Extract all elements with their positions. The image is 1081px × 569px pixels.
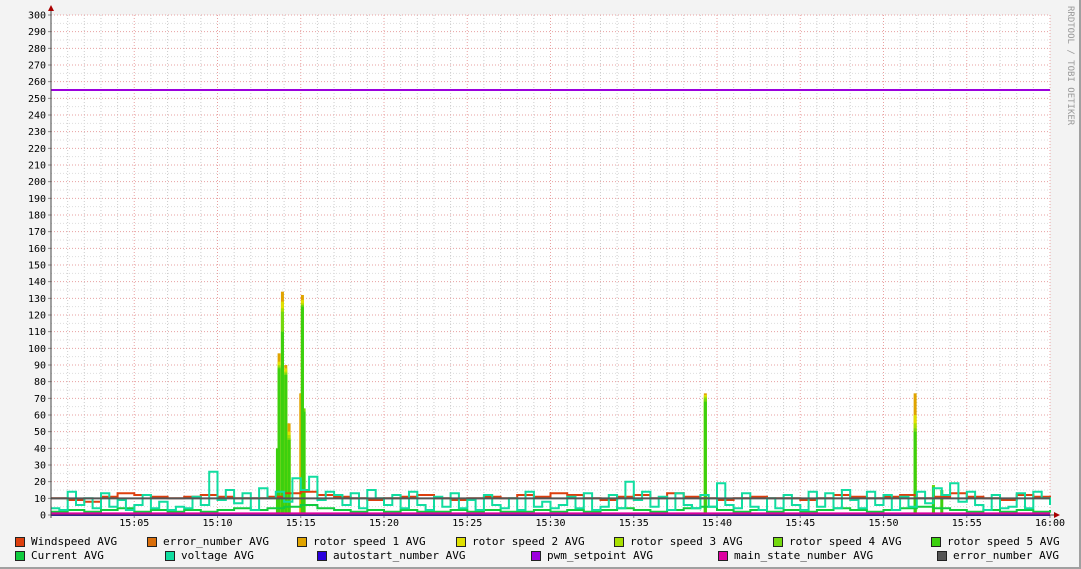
y-tick-label: 20: [34, 477, 46, 488]
y-tick-label: 300: [28, 11, 46, 22]
x-tick-label: 15:30: [535, 518, 565, 529]
y-tick-label: 80: [34, 377, 46, 388]
legend-item: error_number AVG: [147, 535, 269, 548]
legend-swatch: [297, 536, 307, 547]
legend-label: error_number AVG: [163, 535, 269, 548]
legend-swatch: [15, 536, 25, 547]
x-tick-label: 15:20: [369, 518, 399, 529]
legend-item: rotor speed 4 AVG: [773, 535, 902, 548]
y-tick-label: 210: [28, 161, 46, 172]
legend-swatch: [147, 536, 157, 547]
legend-swatch: [15, 550, 25, 561]
series-spike-6: [287, 440, 291, 515]
legend-label: rotor speed 5 AVG: [947, 535, 1060, 548]
chart-canvas: 15:05 15:10 15:15 15:20 15:25 15:30 15:35 15:40…: [28, 5, 1065, 529]
legend-label: error_number AVG: [953, 549, 1059, 562]
x-tick-label: 15:40: [702, 518, 732, 529]
legend-label: main_state_number AVG: [734, 549, 874, 562]
legend-swatch: [165, 550, 175, 561]
rrd-chart: 15:05 15:10 15:15 15:20 15:25 15:30 15:35 15:40…: [0, 0, 1081, 569]
y-tick-label: 280: [28, 44, 46, 55]
x-tick-label: 15:10: [202, 518, 232, 529]
legend-item: main_state_number AVG: [718, 549, 873, 562]
legend-item: Windspeed AVG: [15, 535, 117, 548]
x-tick-label: 15:35: [619, 518, 649, 529]
x-tick-label: 15:05: [119, 518, 149, 529]
legend-label: autostart_number AVG: [333, 549, 466, 562]
legend-item: autostart_number AVG: [317, 549, 465, 562]
series-spike-6: [277, 368, 281, 515]
legend-label: Windspeed AVG: [31, 535, 118, 548]
y-tick-label: 290: [28, 27, 46, 38]
y-tick-label: 40: [34, 444, 46, 455]
y-tick-label: 110: [28, 327, 46, 338]
watermark: RRDTOOL / TOBI OETIKER: [1065, 6, 1075, 126]
y-tick-label: 60: [34, 411, 46, 422]
legend-label: rotor speed 3 AVG: [630, 535, 743, 548]
legend-label: voltage AVG: [181, 549, 254, 562]
y-tick-label: 30: [34, 461, 46, 472]
y-tick-label: 140: [28, 277, 46, 288]
legend-item: rotor speed 1 AVG: [297, 535, 426, 548]
series-spike-6: [280, 331, 284, 515]
y-tick-label: 130: [28, 294, 46, 305]
y-tick-label: 0: [40, 511, 46, 522]
x-tick-label: 15:50: [868, 518, 898, 529]
x-tick-label: 16:00: [1035, 518, 1065, 529]
x-tick-label: 15:25: [452, 518, 482, 529]
legend-item: Current AVG: [15, 549, 104, 562]
legend-swatch: [456, 536, 466, 547]
x-tick-label: 15:45: [785, 518, 815, 529]
y-tick-label: 100: [28, 344, 46, 355]
y-tick-label: 190: [28, 194, 46, 205]
legend-swatch: [531, 550, 541, 561]
y-tick-label: 160: [28, 244, 46, 255]
legend-swatch: [773, 536, 783, 547]
y-tick-label: 150: [28, 261, 46, 272]
y-tick-label: 180: [28, 211, 46, 222]
y-tick-label: 50: [34, 427, 46, 438]
y-tick-label: 90: [34, 361, 46, 372]
legend-swatch: [614, 536, 624, 547]
legend-label: rotor speed 2 AVG: [472, 535, 585, 548]
y-tick-label: 170: [28, 227, 46, 238]
legend-item: rotor speed 2 AVG: [456, 535, 585, 548]
y-tick-label: 260: [28, 77, 46, 88]
y-tick-label: 200: [28, 177, 46, 188]
y-tick-label: 240: [28, 111, 46, 122]
legend-swatch: [317, 550, 327, 561]
y-axis-arrow: [48, 5, 54, 11]
y-tick-label: 230: [28, 127, 46, 138]
legend-label: pwm_setpoint AVG: [547, 549, 653, 562]
series-spike-6: [302, 411, 306, 515]
y-tick-label: 70: [34, 394, 46, 405]
legend-label: rotor speed 4 AVG: [789, 535, 902, 548]
y-tick-label: 120: [28, 311, 46, 322]
legend-label: Current AVG: [31, 549, 104, 562]
y-tick-label: 10: [34, 494, 46, 505]
legend-swatch: [931, 536, 941, 547]
legend-item: voltage AVG: [165, 549, 254, 562]
y-tick-label: 220: [28, 144, 46, 155]
y-tick-label: 250: [28, 94, 46, 105]
x-tick-label: 15:15: [286, 518, 316, 529]
legend-item: error_number AVG: [937, 549, 1059, 562]
legend-swatch: [937, 550, 947, 561]
legend-swatch: [718, 550, 728, 561]
legend-label: rotor speed 1 AVG: [313, 535, 426, 548]
legend-item: rotor speed 3 AVG: [614, 535, 743, 548]
y-tick-label: 270: [28, 61, 46, 72]
legend-item: rotor speed 5 AVG: [931, 535, 1060, 548]
x-tick-label: 15:55: [952, 518, 982, 529]
legend-item: pwm_setpoint AVG: [531, 549, 653, 562]
